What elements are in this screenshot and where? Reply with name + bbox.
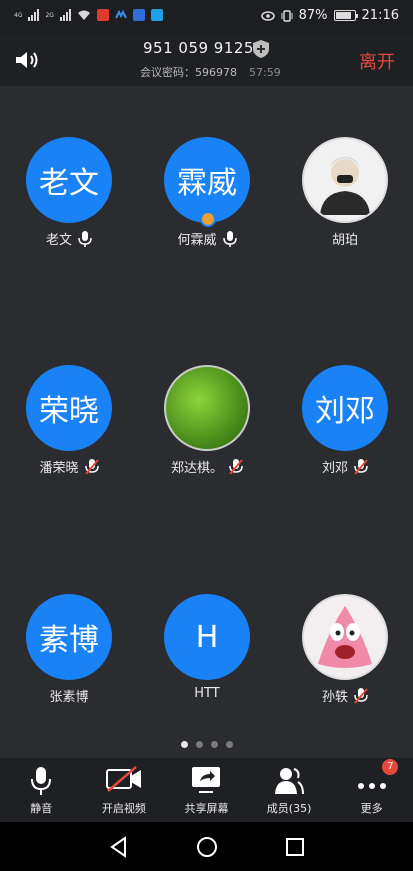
- more-badge: 7: [382, 759, 399, 775]
- video-off-icon: [105, 766, 141, 792]
- battery-icon: [333, 10, 358, 21]
- browser-app-icon: [150, 9, 163, 21]
- participant-name: 胡珀: [331, 233, 358, 248]
- meeting-toolbar: 静音 开启视频 共享屏幕 成员(35) 7 更多: [0, 758, 413, 822]
- host-badge-icon: [200, 211, 216, 227]
- mute-label: 静音: [30, 802, 53, 815]
- participant-name: 潘荣晓: [39, 461, 79, 476]
- meeting-password: 会议密码：596978: [140, 66, 237, 79]
- meeting-timer: 57:59: [249, 66, 281, 79]
- page-dot[interactable]: [180, 741, 188, 748]
- members-button[interactable]: 成员(35): [248, 758, 331, 822]
- app-icon: [115, 10, 127, 19]
- sim2-type: 2G: [45, 11, 54, 19]
- participant-name-row: 郑达棋。: [147, 457, 267, 476]
- share-screen-button[interactable]: 共享屏幕: [165, 758, 248, 822]
- mic-icon: [222, 230, 237, 247]
- clock: 21:16: [361, 8, 399, 23]
- participant-name: 老文: [45, 233, 72, 248]
- mute-button[interactable]: 静音: [0, 758, 83, 822]
- participant-tile[interactable]: 胡珀: [285, 137, 405, 257]
- recorder-app-icon: [96, 9, 109, 21]
- mic-muted-icon: [229, 458, 243, 475]
- participant-avatar: H: [164, 594, 250, 680]
- participant-name-row: 何霖威: [147, 229, 267, 248]
- status-left: 4G 2G: [14, 9, 163, 21]
- participant-avatar: 素博: [26, 594, 112, 680]
- microphone-icon: [31, 767, 52, 795]
- page-dot[interactable]: [210, 741, 218, 748]
- home-icon[interactable]: [196, 836, 218, 858]
- participant-tile[interactable]: 郑达棋。: [147, 365, 267, 485]
- share-screen-label: 共享屏幕: [184, 802, 229, 815]
- participant-tile[interactable]: H HTT: [147, 594, 267, 714]
- participant-tile[interactable]: 孙轶: [285, 594, 405, 714]
- meeting-header: 951 059 9125 会议密码：596978 57:59 离开: [0, 34, 413, 86]
- participant-name-row: 潘荣晓: [9, 457, 129, 476]
- participant-name: HTT: [194, 686, 220, 701]
- speaker-icon[interactable]: [14, 49, 40, 71]
- page-indicator[interactable]: [0, 741, 413, 748]
- participant-avatar-photo: [164, 365, 250, 451]
- share-screen-icon: [192, 767, 221, 793]
- system-nav-bar: [0, 822, 413, 871]
- participant-name-row: HTT: [147, 686, 267, 701]
- members-label: 成员(35): [266, 802, 312, 815]
- shield-icon[interactable]: [252, 39, 270, 59]
- page-dot[interactable]: [195, 741, 203, 748]
- vibrate-icon: [281, 9, 293, 22]
- cartoon-avatar-icon: [318, 606, 372, 668]
- wifi-icon: [77, 10, 90, 20]
- meeting-password-line: 会议密码：596978 57:59: [140, 64, 281, 80]
- participant-tile[interactable]: 素博 张素博: [9, 594, 129, 714]
- mic-muted-icon: [84, 458, 99, 475]
- participant-avatar-photo: [302, 137, 388, 223]
- more-button[interactable]: 7 更多: [330, 758, 413, 822]
- participant-tile[interactable]: 老文 老文: [9, 137, 129, 257]
- participant-tile[interactable]: 刘邓 刘邓: [285, 365, 405, 485]
- participant-name: 孙轶: [321, 690, 348, 705]
- participant-name: 郑达棋。: [170, 461, 223, 476]
- mic-muted-icon: [354, 458, 368, 475]
- battery-percent: 87%: [298, 8, 328, 23]
- recents-icon[interactable]: [284, 836, 306, 858]
- start-video-button[interactable]: 开启视频: [83, 758, 166, 822]
- status-right: 87% 21:16: [260, 8, 399, 23]
- participant-tile[interactable]: 荣晓 潘荣晓: [9, 365, 129, 485]
- participant-avatar: 荣晓: [26, 365, 112, 451]
- participant-avatar-photo: [302, 594, 388, 680]
- back-icon[interactable]: [108, 836, 130, 858]
- person-avatar-icon: [320, 157, 370, 215]
- meeting-id: 951 059 9125: [143, 39, 254, 57]
- participant-name-row: 老文: [9, 229, 129, 248]
- sim1-type: 4G: [14, 11, 23, 19]
- eye-icon: [260, 10, 275, 21]
- participant-avatar: 老文: [26, 137, 112, 223]
- status-bar: 4G 2G 87% 21:16: [0, 0, 413, 34]
- mic-icon: [78, 230, 92, 247]
- participant-name: 刘邓: [321, 461, 348, 476]
- more-label: 更多: [360, 802, 383, 815]
- participant-avatar: 刘邓: [302, 365, 388, 451]
- mic-muted-icon: [354, 687, 368, 704]
- participant-name-row: 孙轶: [285, 686, 405, 705]
- participant-name: 何霖威: [177, 233, 217, 248]
- signal-icon: [28, 9, 40, 21]
- signal-icon-2: [59, 9, 71, 21]
- participant-name-row: 刘邓: [285, 457, 405, 476]
- page-dot[interactable]: [225, 741, 233, 748]
- leave-button[interactable]: 离开: [359, 48, 395, 74]
- shield-app-icon: [132, 9, 145, 21]
- participant-name-row: 胡珀: [285, 229, 405, 248]
- participant-tile[interactable]: 霖威 何霖威: [147, 137, 267, 257]
- participant-name: 张素博: [49, 690, 89, 705]
- participant-name-row: 张素博: [9, 686, 129, 705]
- members-icon: [275, 768, 305, 795]
- start-video-label: 开启视频: [101, 802, 146, 815]
